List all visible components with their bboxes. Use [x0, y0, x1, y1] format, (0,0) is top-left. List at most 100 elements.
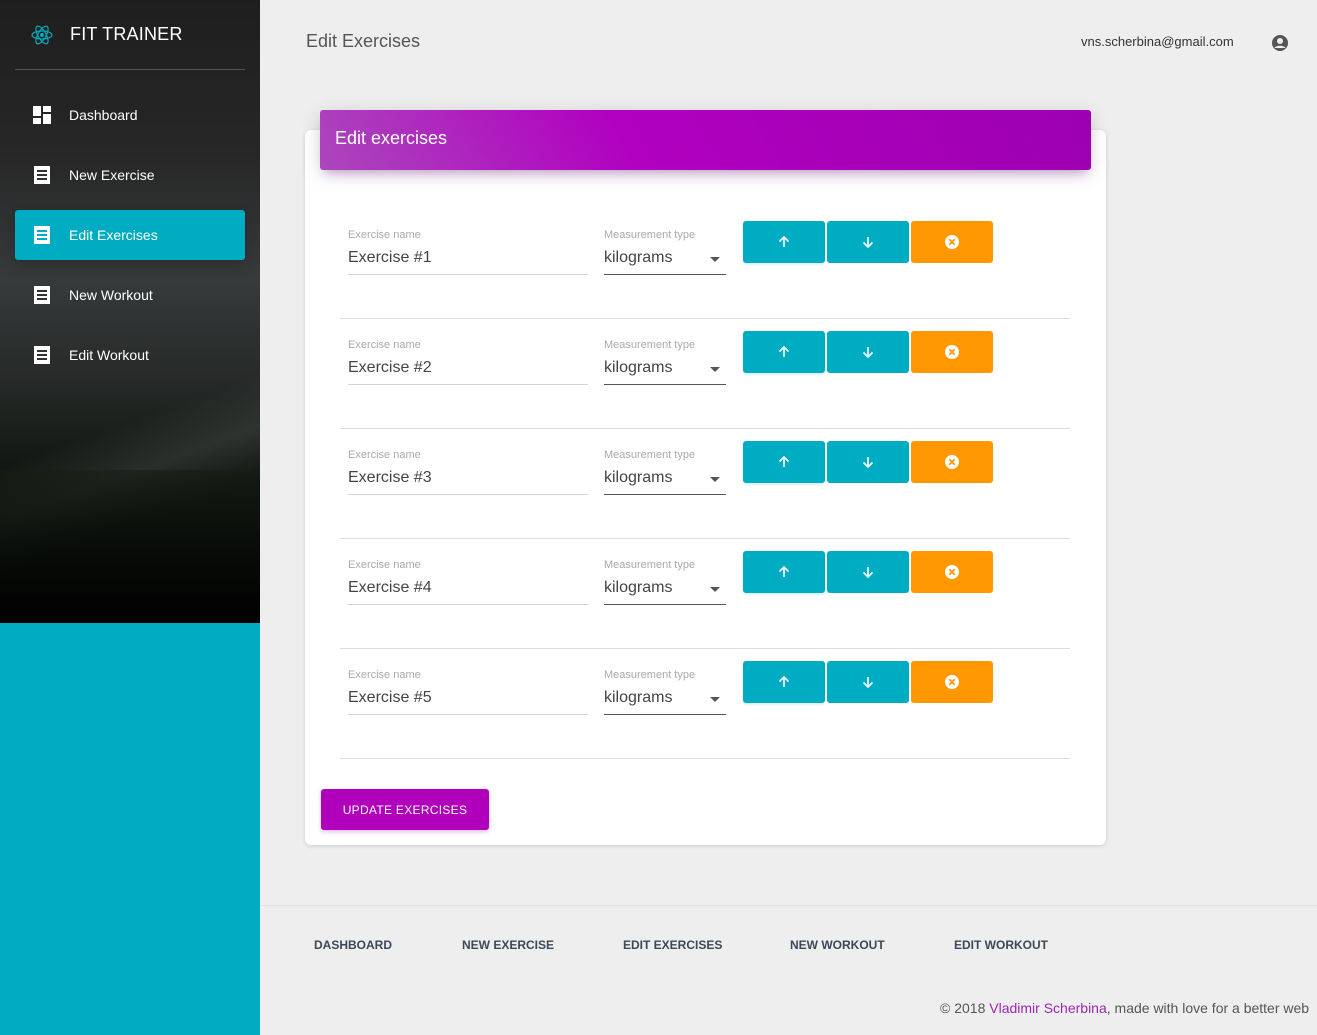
input-underline — [348, 384, 588, 385]
move-down-button[interactable] — [827, 221, 909, 263]
caret-down-icon[interactable] — [710, 257, 720, 262]
cancel-icon — [945, 565, 959, 579]
exercise-name-input[interactable]: Exercise #3 — [348, 469, 432, 487]
card-header: Edit exercises — [320, 110, 1091, 170]
copyright: © 2018 Vladimir Scherbina, made with lov… — [940, 1000, 1309, 1016]
exercise-name-input[interactable]: Exercise #5 — [348, 689, 432, 707]
exercise-row: Exercise name Exercise #1 Measurement ty… — [340, 209, 1070, 319]
copyright-suffix: , made with love for a better web — [1106, 1000, 1310, 1016]
sidebar-item-new-workout[interactable]: New Workout — [15, 270, 245, 320]
measurement-type-select[interactable]: kilograms — [604, 469, 672, 487]
caret-down-icon[interactable] — [710, 587, 720, 592]
footer-link-edit-exercises[interactable]: EDIT EXERCISES — [623, 938, 722, 952]
measurement-type-select[interactable]: kilograms — [604, 579, 672, 597]
sidebar-item-dashboard[interactable]: Dashboard — [15, 90, 245, 140]
move-up-button[interactable] — [743, 441, 825, 483]
footer-link-new-workout[interactable]: NEW WORKOUT — [790, 938, 885, 952]
move-up-button[interactable] — [743, 551, 825, 593]
list-icon — [30, 343, 54, 367]
footer-link-new-exercise[interactable]: NEW EXERCISE — [462, 938, 554, 952]
cancel-icon — [945, 235, 959, 249]
arrow-down-icon — [862, 237, 874, 249]
exercise-name-input[interactable]: Exercise #1 — [348, 249, 432, 267]
move-down-button[interactable] — [827, 441, 909, 483]
input-underline — [348, 604, 588, 605]
arrow-up-icon — [778, 345, 790, 357]
measurement-type-select[interactable]: kilograms — [604, 249, 672, 267]
move-down-button[interactable] — [827, 331, 909, 373]
measurement-type-select[interactable]: kilograms — [604, 359, 672, 377]
delete-button[interactable] — [911, 221, 993, 263]
exercise-name-label: Exercise name — [348, 229, 421, 241]
sidebar: FIT TRAINER Dashboard New Exercise Edit … — [0, 0, 260, 1035]
sidebar-item-label: New Workout — [69, 287, 153, 303]
input-underline — [348, 714, 588, 715]
arrow-up-icon — [778, 235, 790, 247]
move-down-button[interactable] — [827, 661, 909, 703]
exercise-row: Exercise name Exercise #5 Measurement ty… — [340, 649, 1070, 759]
move-up-button[interactable] — [743, 221, 825, 263]
sidebar-item-label: New Exercise — [69, 167, 155, 183]
cancel-icon — [945, 675, 959, 689]
exercise-row: Exercise name Exercise #2 Measurement ty… — [340, 319, 1070, 429]
arrow-up-icon — [778, 675, 790, 687]
input-underline — [348, 274, 588, 275]
list-icon — [30, 223, 54, 247]
measurement-type-select[interactable]: kilograms — [604, 689, 672, 707]
select-underline — [604, 384, 726, 385]
footer-link-edit-workout[interactable]: EDIT WORKOUT — [954, 938, 1048, 952]
exercise-name-label: Exercise name — [348, 449, 421, 461]
exercise-name-label: Exercise name — [348, 669, 421, 681]
sidebar-item-new-exercise[interactable]: New Exercise — [15, 150, 245, 200]
sidebar-item-edit-exercises[interactable]: Edit Exercises — [15, 210, 245, 260]
exercise-row: Exercise name Exercise #4 Measurement ty… — [340, 539, 1070, 649]
caret-down-icon[interactable] — [710, 367, 720, 372]
cancel-icon — [945, 345, 959, 359]
copyright-prefix: © 2018 — [940, 1000, 990, 1016]
delete-button[interactable] — [911, 441, 993, 483]
select-underline — [604, 604, 726, 605]
arrow-down-icon — [862, 457, 874, 469]
update-exercises-button[interactable]: UPDATE EXERCISES — [321, 789, 489, 830]
card-title: Edit exercises — [335, 128, 448, 148]
input-underline — [348, 494, 588, 495]
exercise-name-label: Exercise name — [348, 339, 421, 351]
arrow-down-icon — [862, 677, 874, 689]
user-email: vns.scherbina@gmail.com — [1081, 34, 1234, 49]
arrow-up-icon — [778, 565, 790, 577]
sidebar-nav: Dashboard New Exercise Edit Exercises Ne… — [15, 90, 245, 390]
list-icon — [30, 163, 54, 187]
measurement-type-label: Measurement type — [604, 669, 696, 681]
measurement-type-label: Measurement type — [604, 449, 696, 461]
brand[interactable]: FIT TRAINER — [15, 0, 245, 70]
sidebar-item-edit-workout[interactable]: Edit Workout — [15, 330, 245, 380]
move-down-button[interactable] — [827, 551, 909, 593]
sidebar-item-label: Dashboard — [69, 107, 138, 123]
delete-button[interactable] — [911, 331, 993, 373]
author-link[interactable]: Vladimir Scherbina — [989, 1000, 1107, 1016]
measurement-type-label: Measurement type — [604, 229, 696, 241]
caret-down-icon[interactable] — [710, 697, 720, 702]
react-logo-icon — [31, 25, 53, 44]
select-underline — [604, 494, 726, 495]
move-up-button[interactable] — [743, 661, 825, 703]
footer-link-dashboard[interactable]: DASHBOARD — [314, 938, 392, 952]
delete-button[interactable] — [911, 551, 993, 593]
exercise-row: Exercise name Exercise #3 Measurement ty… — [340, 429, 1070, 539]
cancel-icon — [945, 455, 959, 469]
move-up-button[interactable] — [743, 331, 825, 373]
exercise-name-label: Exercise name — [348, 559, 421, 571]
footer-divider — [260, 905, 1317, 906]
account-circle-icon[interactable] — [1271, 34, 1289, 52]
measurement-type-label: Measurement type — [604, 339, 696, 351]
select-underline — [604, 274, 726, 275]
exercise-name-input[interactable]: Exercise #4 — [348, 579, 432, 597]
measurement-type-label: Measurement type — [604, 559, 696, 571]
caret-down-icon[interactable] — [710, 477, 720, 482]
arrow-down-icon — [862, 347, 874, 359]
brand-name: FIT TRAINER — [70, 24, 183, 44]
select-underline — [604, 714, 726, 715]
exercise-name-input[interactable]: Exercise #2 — [348, 359, 432, 377]
page-title: Edit Exercises — [306, 31, 421, 51]
delete-button[interactable] — [911, 661, 993, 703]
